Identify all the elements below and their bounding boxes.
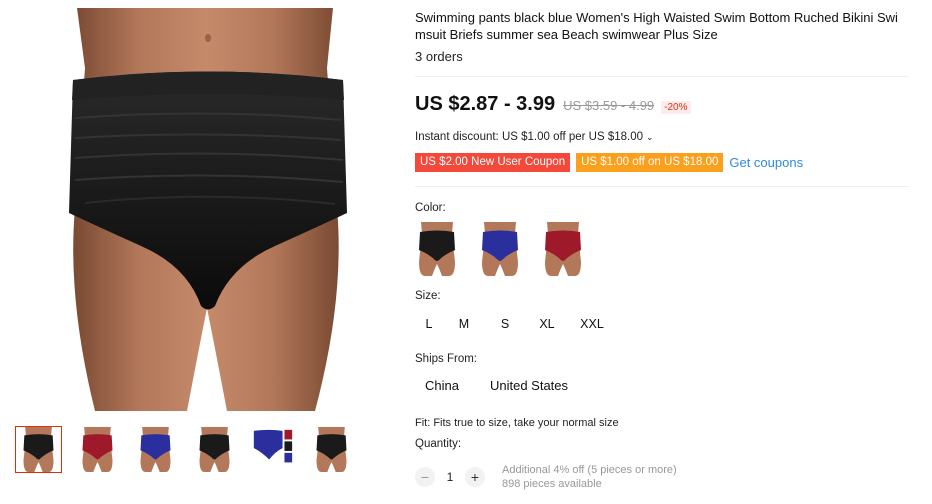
increase-quantity-button[interactable]: + bbox=[465, 467, 485, 487]
gallery-thumbnail[interactable] bbox=[15, 426, 62, 473]
get-coupons-link[interactable]: Get coupons bbox=[729, 155, 803, 170]
instant-discount[interactable]: Instant discount: US $1.00 off per US $1… bbox=[415, 131, 654, 143]
main-product-image[interactable] bbox=[15, 8, 398, 411]
size-label: Size: bbox=[415, 290, 441, 302]
gallery-thumbnail[interactable] bbox=[190, 426, 238, 473]
color-options bbox=[415, 222, 604, 276]
color-label: Color: bbox=[415, 202, 446, 214]
gallery-thumbnail[interactable] bbox=[249, 426, 296, 473]
coupon-row: US $2.00 New User Coupon US $1.00 off on… bbox=[415, 153, 803, 172]
new-user-coupon[interactable]: US $2.00 New User Coupon bbox=[415, 153, 571, 172]
chevron-down-icon: ⌄ bbox=[646, 131, 654, 142]
ships-from-option-china[interactable]: China bbox=[425, 378, 459, 393]
product-title-line-1: Swimming pants black blue Women's High W… bbox=[415, 10, 898, 25]
divider bbox=[415, 76, 909, 77]
color-option-red[interactable] bbox=[541, 222, 585, 276]
size-option-s[interactable]: S bbox=[485, 314, 525, 334]
ships-from-label: Ships From: bbox=[415, 353, 477, 365]
price-row: US $2.87 - 3.99 US $3.59 - 4.99 -20% bbox=[415, 93, 691, 116]
quantity-note: Additional 4% off (5 pieces or more) 898… bbox=[502, 463, 677, 491]
thumbnail-strip bbox=[15, 426, 366, 473]
size-option-m[interactable]: M bbox=[443, 314, 485, 334]
divider bbox=[415, 186, 909, 187]
size-option-l[interactable]: L bbox=[415, 314, 443, 334]
current-price: US $2.87 - 3.99 bbox=[415, 93, 556, 115]
discount-badge: -20% bbox=[661, 101, 691, 114]
product-title: Swimming pants black blue Women's High W… bbox=[415, 9, 909, 43]
product-title-line-2: msuit Briefs summer sea Beach swimwear P… bbox=[415, 27, 718, 42]
color-option-black[interactable] bbox=[415, 222, 459, 276]
gallery-thumbnail[interactable] bbox=[73, 426, 121, 473]
gallery-thumbnail[interactable] bbox=[307, 426, 355, 473]
store-coupon[interactable]: US $1.00 off on US $18.00 bbox=[576, 153, 724, 172]
color-option-blue[interactable] bbox=[478, 222, 522, 276]
quantity-stepper: − 1 + Additional 4% off (5 pieces or mor… bbox=[415, 463, 677, 491]
product-photo bbox=[69, 8, 347, 411]
ships-from-option-united-states[interactable]: United States bbox=[490, 378, 568, 393]
bulk-discount-note: Additional 4% off (5 pieces or more) bbox=[502, 464, 677, 476]
order-count: 3 orders bbox=[415, 49, 463, 64]
original-price: US $3.59 - 4.99 bbox=[563, 98, 655, 113]
size-option-xxl[interactable]: XXL bbox=[569, 314, 615, 334]
instant-discount-text: Instant discount: US $1.00 off per US $1… bbox=[415, 131, 644, 143]
decrease-quantity-button[interactable]: − bbox=[415, 467, 435, 487]
fit-note: Fit: Fits true to size, take your normal… bbox=[415, 417, 619, 429]
gallery-thumbnail[interactable] bbox=[132, 426, 179, 473]
size-options: L M S XL XXL bbox=[415, 314, 615, 334]
quantity-value[interactable]: 1 bbox=[435, 470, 465, 484]
stock-note: 898 pieces available bbox=[502, 478, 602, 490]
quantity-label: Quantity: bbox=[415, 438, 462, 450]
ships-from-options: China United States bbox=[415, 378, 568, 393]
size-option-xl[interactable]: XL bbox=[525, 314, 569, 334]
